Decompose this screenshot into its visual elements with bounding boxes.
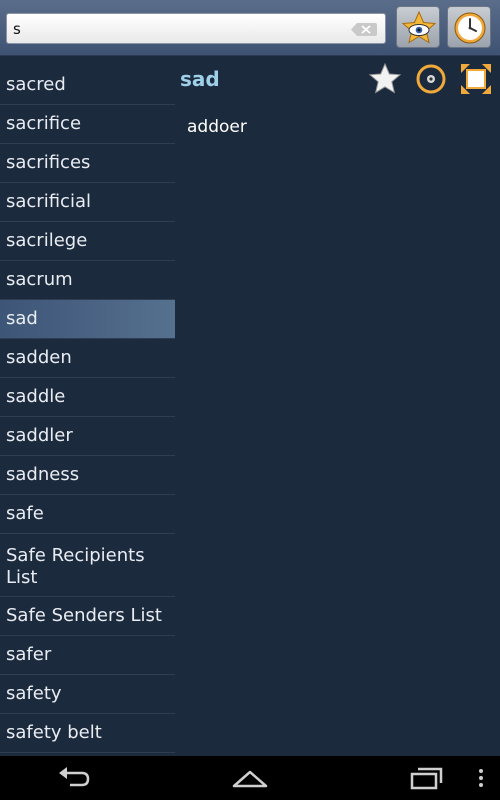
entry-headword: sad [180, 67, 220, 91]
list-item-selected[interactable]: sad [0, 300, 175, 339]
top-toolbar [0, 0, 500, 56]
fullscreen-icon[interactable] [459, 62, 493, 96]
pronounce-audio-icon[interactable] [414, 62, 448, 96]
history-button[interactable] [447, 6, 491, 48]
list-item[interactable]: sacred [0, 66, 175, 105]
list-item[interactable]: safety belt [0, 714, 175, 753]
clock-icon [454, 12, 486, 44]
list-item[interactable]: safe [0, 495, 175, 534]
list-item[interactable]: sacrilege [0, 222, 175, 261]
list-item[interactable]: safety [0, 675, 175, 714]
entry-translation: addoer [187, 117, 247, 137]
system-nav-bar [0, 756, 500, 800]
word-list[interactable]: sacred sacrifice sacrifices sacrificial … [0, 66, 175, 756]
list-item[interactable]: sacrum [0, 261, 175, 300]
list-item[interactable]: sacrifice [0, 105, 175, 144]
list-item[interactable]: sadness [0, 456, 175, 495]
list-item[interactable]: saddle [0, 378, 175, 417]
list-item[interactable]: Safe Senders List [0, 597, 175, 636]
entry-detail-pane: sad addoer [175, 56, 500, 756]
home-icon[interactable] [231, 764, 269, 792]
recent-apps-icon[interactable] [408, 764, 444, 792]
search-box[interactable] [6, 13, 386, 44]
star-eye-icon [401, 10, 437, 44]
favorite-star-icon[interactable] [368, 62, 402, 96]
list-item[interactable]: sadden [0, 339, 175, 378]
favorites-view-button[interactable] [396, 6, 440, 48]
list-item[interactable]: safer [0, 636, 175, 675]
back-icon[interactable] [56, 764, 92, 792]
list-item[interactable]: saddler [0, 417, 175, 456]
search-input[interactable] [13, 17, 343, 41]
list-item[interactable]: sacrificial [0, 183, 175, 222]
overflow-menu-icon[interactable] [476, 764, 486, 792]
list-item[interactable]: Safe Recipients List [0, 534, 175, 597]
clear-search-icon[interactable] [351, 23, 377, 36]
list-item[interactable]: sacrifices [0, 144, 175, 183]
